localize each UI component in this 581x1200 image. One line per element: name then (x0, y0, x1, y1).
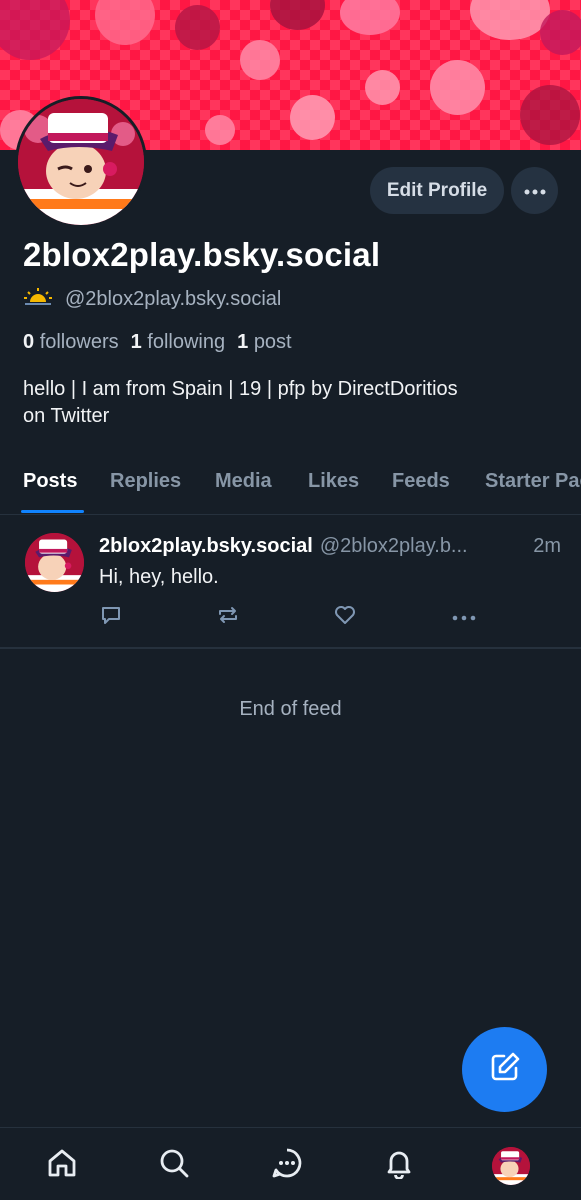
profile-bio: hello | I am from Spain | 19 | pfp by Di… (23, 376, 563, 430)
tab-likes[interactable]: Likes (308, 470, 359, 493)
tab-media[interactable]: Media (215, 470, 272, 493)
tab-feeds[interactable]: Feeds (392, 470, 450, 493)
tab-starter-packs[interactable]: Starter Packs (485, 470, 581, 493)
handle-row: @2blox2play.bsky.social (23, 286, 281, 312)
post-timestamp[interactable]: 2m (533, 535, 561, 558)
display-name: 2blox2play.bsky.social (23, 236, 381, 273)
ellipsis-icon (452, 608, 476, 626)
chat-icon (271, 1147, 303, 1184)
repost-icon (216, 604, 240, 631)
profile-tabs: Posts Replies Media Likes Feeds Starter … (0, 458, 581, 515)
nav-profile-avatar[interactable] (492, 1147, 530, 1185)
search-icon (158, 1147, 190, 1184)
sun-behind-horizon-icon (23, 286, 53, 312)
reply-icon (100, 604, 122, 631)
bio-line: hello | I am from Spain | 19 | pfp by Di… (23, 378, 458, 400)
tab-replies[interactable]: Replies (110, 470, 181, 493)
nav-search[interactable] (157, 1148, 191, 1182)
following-link[interactable]: 1 following (131, 331, 226, 354)
bottom-navigation (0, 1127, 581, 1200)
nav-home[interactable] (45, 1148, 79, 1182)
nav-chat[interactable] (270, 1148, 304, 1182)
profile-handle: @2blox2play.bsky.social (65, 287, 282, 310)
post-author-avatar[interactable] (25, 533, 84, 592)
bio-line: on Twitter (23, 405, 110, 427)
repost-button[interactable] (216, 605, 240, 629)
end-of-feed-label: End of feed (239, 698, 342, 720)
post-header: 2blox2play.bsky.social @2blox2play.b... … (99, 535, 561, 558)
posts-count: 1 post (237, 331, 292, 353)
post-author-name[interactable]: 2blox2play.bsky.social (99, 535, 313, 558)
tab-posts[interactable]: Posts (23, 470, 77, 493)
home-icon (46, 1147, 78, 1184)
profile-stats: 0 followers 1 following 1 post (23, 331, 292, 354)
edit-profile-button[interactable]: Edit Profile (370, 167, 504, 214)
like-button[interactable] (333, 605, 357, 629)
post-text: Hi, hey, hello. (99, 566, 219, 588)
bell-icon (383, 1147, 415, 1184)
active-tab-indicator (21, 510, 84, 513)
profile-avatar[interactable] (15, 96, 147, 228)
compose-post-button[interactable] (462, 1027, 547, 1112)
heart-icon (333, 604, 357, 631)
reply-button[interactable] (99, 605, 123, 629)
feed-post[interactable]: 2blox2play.bsky.social @2blox2play.b... … (0, 516, 581, 649)
more-options-button[interactable] (511, 167, 558, 214)
ellipsis-icon (524, 183, 546, 198)
nav-notifications[interactable] (382, 1148, 416, 1182)
post-more-button[interactable] (452, 605, 476, 629)
compose-icon (488, 1050, 522, 1089)
followers-link[interactable]: 0 followers (23, 331, 119, 354)
post-author-handle[interactable]: @2blox2play.b... (320, 535, 468, 558)
